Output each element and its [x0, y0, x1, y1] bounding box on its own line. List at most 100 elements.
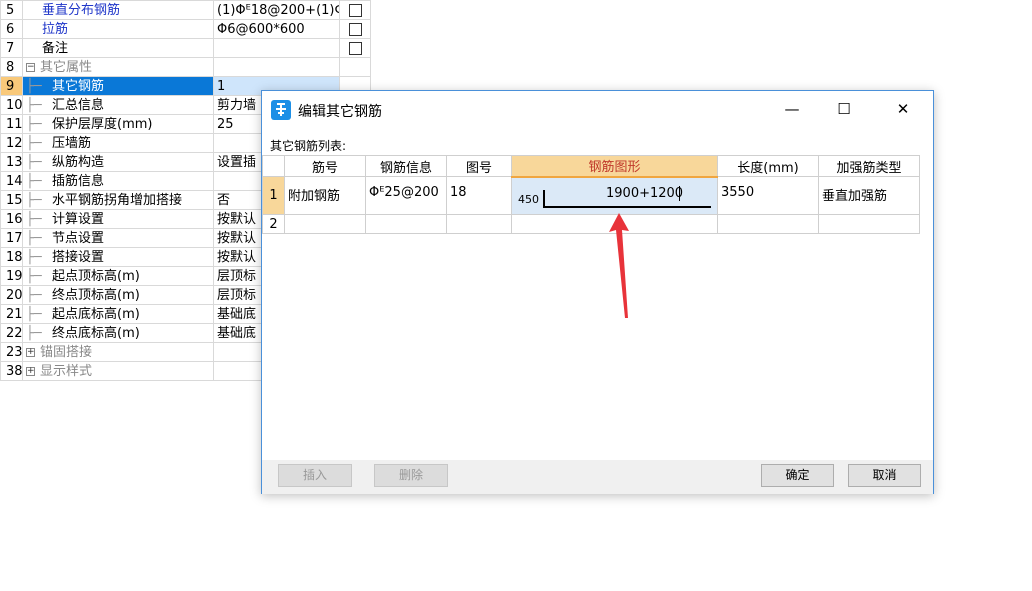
property-row-number: 38	[0, 361, 23, 381]
property-name-label: 备注	[42, 40, 69, 56]
header-corner	[262, 155, 285, 177]
property-row-number: 7	[0, 38, 23, 58]
property-name-label: 插筋信息	[52, 173, 105, 189]
property-name[interactable]: − 其它属性	[22, 57, 214, 77]
dialog-title: 编辑其它钢筋	[298, 104, 382, 120]
property-row-number: 16	[0, 209, 23, 229]
property-row-number: 21	[0, 304, 23, 324]
property-name[interactable]: + 锚固搭接	[22, 342, 214, 362]
column-header-fig-no[interactable]: 图号	[446, 155, 512, 177]
visibility-checkbox[interactable]	[348, 3, 362, 17]
shape-cell[interactable]	[511, 214, 718, 234]
app-icon	[271, 100, 291, 120]
edit-other-rebar-dialog: 编辑其它钢筋 — ☐ ✕ 其它钢筋列表: 筋号 钢筋信息 图号 钢筋图形 长度(…	[261, 90, 934, 494]
dialog-titlebar[interactable]: 编辑其它钢筋 — ☐ ✕	[262, 91, 933, 127]
visibility-checkbox[interactable]	[348, 41, 362, 55]
property-row-number: 5	[0, 0, 23, 20]
visibility-checkbox[interactable]	[348, 22, 362, 36]
expand-icon[interactable]: +	[26, 366, 35, 376]
close-button[interactable]: ✕	[888, 96, 918, 122]
row-number[interactable]: 2	[262, 214, 285, 234]
property-name[interactable]: ├─ 节点设置	[22, 228, 214, 248]
tree-connector-icon: ├─	[26, 78, 42, 94]
property-name[interactable]: ├─ 起点底标高(m)	[22, 304, 214, 324]
property-name[interactable]: ├─ 终点底标高(m)	[22, 323, 214, 343]
tree-connector-icon: ├─	[26, 306, 42, 322]
property-name[interactable]: ├─ 压墙筋	[22, 133, 214, 153]
property-name[interactable]: ├─ 水平钢筋拐角增加搭接	[22, 190, 214, 210]
property-name[interactable]: ├─ 计算设置	[22, 209, 214, 229]
property-checkbox-cell	[339, 19, 371, 39]
column-header-bar-no[interactable]: 筋号	[284, 155, 366, 177]
bar-no-cell[interactable]: 附加钢筋	[284, 176, 366, 215]
maximize-button[interactable]: ☐	[829, 96, 859, 122]
property-name[interactable]: ├─ 起点顶标高(m)	[22, 266, 214, 286]
property-row[interactable]: 7 备注	[0, 38, 371, 58]
type-cell[interactable]: 垂直加强筋	[818, 176, 920, 215]
property-value[interactable]: Φ6@600*600	[213, 19, 340, 39]
property-value[interactable]	[213, 57, 340, 77]
shape-cell[interactable]: 450 1900+1200	[511, 176, 718, 215]
property-name[interactable]: ├─ 汇总信息	[22, 95, 214, 115]
property-name-label: 终点顶标高(m)	[52, 287, 140, 303]
property-row[interactable]: 5 垂直分布钢筋 (1)Φᴱ18@200+(1)Φ	[0, 0, 371, 20]
bar-info-cell[interactable]	[365, 214, 447, 234]
table-row[interactable]: 1 附加钢筋 Φᴱ25@200 18 450 1900+1200 3550 垂直…	[262, 176, 920, 215]
property-row-number: 10	[0, 95, 23, 115]
property-name-label: 其它属性	[40, 59, 93, 75]
property-name-label: 压墙筋	[52, 135, 92, 151]
table-row[interactable]: 2	[262, 214, 920, 234]
property-name-label: 计算设置	[52, 211, 105, 227]
property-value[interactable]	[213, 38, 340, 58]
property-name-label: 显示样式	[40, 363, 93, 379]
property-name[interactable]: 拉筋	[22, 19, 214, 39]
shape-left-dimension[interactable]: 450	[518, 193, 539, 206]
property-name-label: 锚固搭接	[40, 344, 93, 360]
cancel-button[interactable]: 取消	[848, 464, 921, 487]
property-name-label: 起点顶标高(m)	[52, 268, 140, 284]
insert-button[interactable]: 插入	[278, 464, 352, 487]
tree-connector-icon: ├─	[26, 287, 42, 303]
fig-no-cell[interactable]: 18	[446, 176, 512, 215]
property-value[interactable]: (1)Φᴱ18@200+(1)Φ	[213, 0, 340, 20]
tree-connector-icon: ├─	[26, 211, 42, 227]
property-name[interactable]: + 显示样式	[22, 361, 214, 381]
property-name[interactable]: ├─ 终点顶标高(m)	[22, 285, 214, 305]
property-name[interactable]: ├─ 保护层厚度(mm)	[22, 114, 214, 134]
property-name[interactable]: ├─ 搭接设置	[22, 247, 214, 267]
column-header-bar-info[interactable]: 钢筋信息	[365, 155, 447, 177]
property-row[interactable]: 8− 其它属性	[0, 57, 371, 77]
ok-button[interactable]: 确定	[761, 464, 834, 487]
bar-info-cell[interactable]: Φᴱ25@200	[365, 176, 447, 215]
property-name[interactable]: 垂直分布钢筋	[22, 0, 214, 20]
delete-button[interactable]: 删除	[374, 464, 448, 487]
property-name[interactable]: ├─ 纵筋构造	[22, 152, 214, 172]
type-cell[interactable]	[818, 214, 920, 234]
tree-connector-icon: ├─	[26, 116, 42, 132]
property-name-label: 垂直分布钢筋	[42, 2, 121, 18]
property-name[interactable]: 备注	[22, 38, 214, 58]
expand-icon[interactable]: +	[26, 347, 35, 357]
property-row-number: 6	[0, 19, 23, 39]
property-name[interactable]: ├─ 其它钢筋	[22, 76, 214, 96]
property-checkbox-cell	[339, 38, 371, 58]
property-name-label: 拉筋	[42, 21, 69, 37]
property-row-number: 17	[0, 228, 23, 248]
collapse-icon[interactable]: −	[26, 62, 35, 72]
row-number[interactable]: 1	[262, 176, 285, 215]
column-header-shape[interactable]: 钢筋图形	[511, 155, 718, 178]
minimize-button[interactable]: —	[777, 96, 807, 122]
length-cell[interactable]: 3550	[717, 176, 819, 215]
column-header-type[interactable]: 加强筋类型	[818, 155, 920, 177]
property-row-number: 19	[0, 266, 23, 286]
property-row[interactable]: 6 拉筋 Φ6@600*600	[0, 19, 371, 39]
rebar-list-caption: 其它钢筋列表:	[270, 139, 347, 153]
length-cell[interactable]	[717, 214, 819, 234]
column-header-length[interactable]: 长度(mm)	[717, 155, 819, 177]
bar-no-cell[interactable]	[284, 214, 366, 234]
fig-no-cell[interactable]	[446, 214, 512, 234]
property-row-number: 9	[0, 76, 23, 96]
property-name-label: 其它钢筋	[52, 78, 105, 94]
shape-main-dimension[interactable]: 1900+1200	[606, 186, 683, 201]
property-name[interactable]: ├─ 插筋信息	[22, 171, 214, 191]
